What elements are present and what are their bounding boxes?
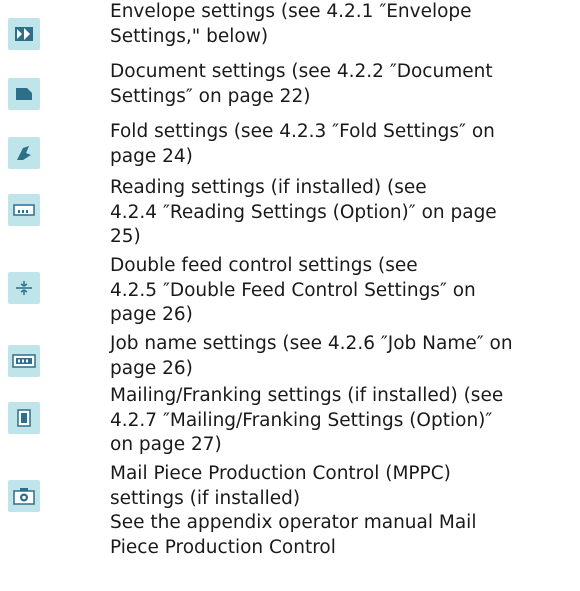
job-name-icon: [8, 345, 40, 377]
mailing-franking-icon: [8, 402, 40, 434]
list-item: Envelope settings (see 4.2.1 ″Envelope S…: [0, 0, 580, 50]
list-item: Mail Piece Production Control (MPPC) set…: [0, 462, 580, 572]
list-item: Mailing/Franking settings (if installed)…: [0, 384, 580, 460]
list-item-text: Fold settings (see 4.2.3 ″Fold Settings″…: [110, 121, 495, 167]
list-item-text: Job name settings (see 4.2.6 ″Job Name″ …: [110, 333, 513, 379]
envelope-settings-icon: [8, 18, 40, 50]
list-item-text: Mailing/Franking settings (if installed)…: [110, 385, 504, 456]
list-item: Fold settings (see 4.2.3 ″Fold Settings″…: [0, 120, 580, 170]
list-item-text: Reading settings (if installed) (see 4.2…: [110, 177, 497, 248]
document-settings-icon: [8, 78, 40, 110]
reading-settings-icon: [8, 194, 40, 226]
mppc-camera-icon: [8, 480, 40, 512]
double-feed-control-icon: [8, 272, 40, 304]
list-item-text: Mail Piece Production Control (MPPC) set…: [110, 463, 477, 558]
list-item-text: Double feed control settings (see 4.2.5 …: [110, 255, 476, 326]
fold-settings-icon: [8, 137, 40, 169]
list-item: Reading settings (if installed) (see 4.2…: [0, 176, 580, 252]
list-item-text: Document settings (see 4.2.2 ″Document S…: [110, 61, 493, 107]
list-item: Job name settings (see 4.2.6 ″Job Name″ …: [0, 332, 580, 382]
list-item-text: Envelope settings (see 4.2.1 ″Envelope S…: [110, 1, 472, 47]
list-item: Document settings (see 4.2.2 ″Document S…: [0, 58, 580, 110]
list-item: Double feed control settings (see 4.2.5 …: [0, 254, 580, 330]
